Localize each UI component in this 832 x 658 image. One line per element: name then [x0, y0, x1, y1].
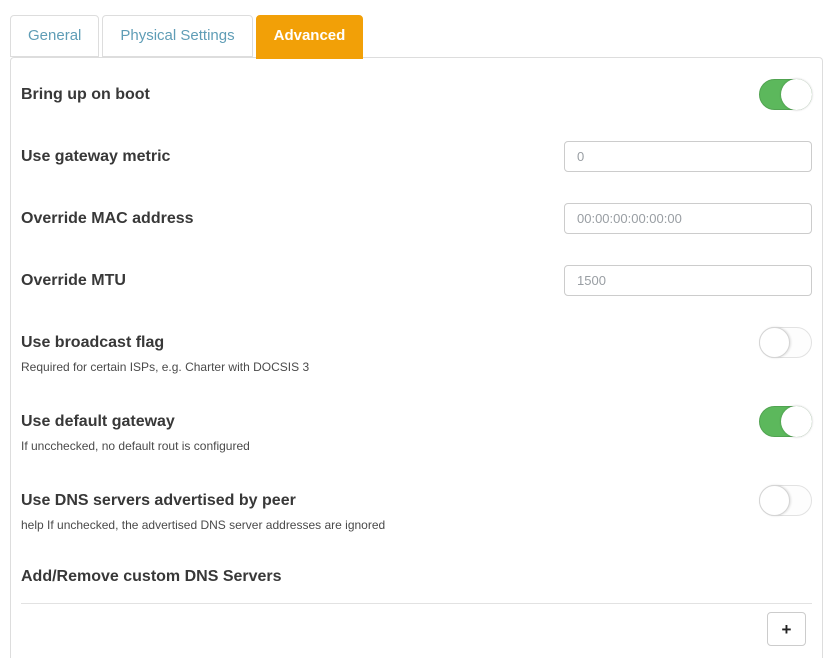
peer-dns-toggle[interactable]	[759, 485, 812, 516]
add-dns-server-button[interactable]: +	[767, 612, 806, 646]
section-divider	[21, 603, 812, 604]
tab-general[interactable]: General	[10, 15, 99, 57]
setting-row-broadcast-flag: Use broadcast flag Required for certain …	[21, 327, 812, 374]
tab-bar: General Physical Settings Advanced	[10, 15, 823, 57]
setting-row-peer-dns: Use DNS servers advertised by peer help …	[21, 485, 812, 532]
tab-physical-settings[interactable]: Physical Settings	[102, 15, 252, 57]
setting-description: If uncchecked, no default rout is config…	[21, 439, 759, 453]
interface-settings-page: { "tabs": [ { "label": "General", "activ…	[0, 15, 832, 658]
setting-label: Use default gateway	[21, 406, 759, 437]
toggle-knob-icon	[781, 406, 812, 437]
setting-label: Bring up on boot	[21, 79, 759, 110]
setting-description: help If unchecked, the advertised DNS se…	[21, 518, 759, 532]
setting-row-gateway-metric: Use gateway metric	[21, 141, 812, 172]
advanced-settings-panel: Bring up on boot Use gateway metric Over…	[10, 57, 823, 658]
dns-button-row: +	[21, 612, 812, 646]
toggle-knob-icon	[781, 79, 812, 110]
override-mtu-input[interactable]	[564, 265, 812, 296]
setting-label: Override MAC address	[21, 203, 564, 234]
default-gateway-toggle[interactable]	[759, 406, 812, 437]
broadcast-flag-toggle[interactable]	[759, 327, 812, 358]
toggle-knob-icon	[759, 485, 790, 516]
setting-row-default-gateway: Use default gateway If uncchecked, no de…	[21, 406, 812, 453]
custom-dns-section-heading: Add/Remove custom DNS Servers	[21, 564, 812, 589]
bring-up-on-boot-toggle[interactable]	[759, 79, 812, 110]
override-mac-input[interactable]	[564, 203, 812, 234]
tab-advanced[interactable]: Advanced	[256, 15, 364, 59]
gateway-metric-input[interactable]	[564, 141, 812, 172]
setting-row-override-mac: Override MAC address	[21, 203, 812, 234]
setting-label: Use broadcast flag	[21, 327, 759, 358]
setting-row-override-mtu: Override MTU	[21, 265, 812, 296]
setting-description: Required for certain ISPs, e.g. Charter …	[21, 360, 759, 374]
toggle-knob-icon	[759, 327, 790, 358]
setting-row-bring-up-on-boot: Bring up on boot	[21, 79, 812, 110]
setting-label: Use DNS servers advertised by peer	[21, 485, 759, 516]
setting-label: Use gateway metric	[21, 141, 564, 172]
setting-label: Override MTU	[21, 265, 564, 296]
